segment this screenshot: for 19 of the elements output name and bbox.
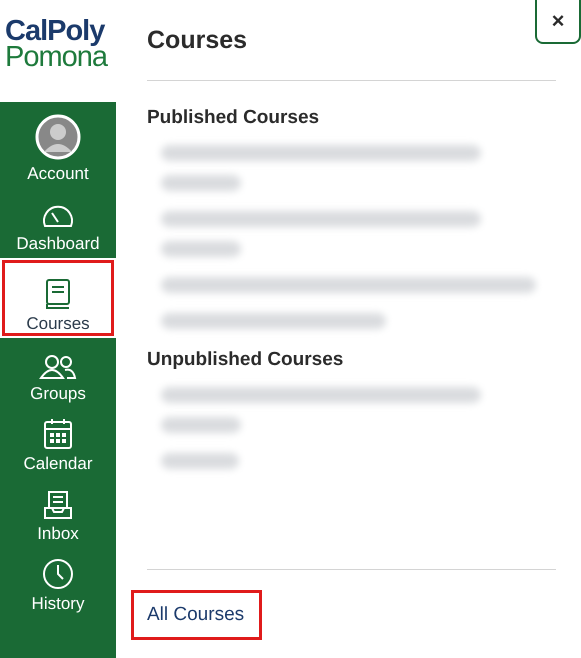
nav-item[interactable]: Inbox xyxy=(0,478,116,548)
close-button[interactable]: × xyxy=(535,0,581,44)
all-courses-link[interactable]: All Courses xyxy=(133,592,260,638)
avatar-icon xyxy=(35,114,81,160)
section-heading: Published Courses xyxy=(147,107,320,129)
nav-item[interactable]: Dashboard xyxy=(0,188,116,258)
calendar-icon xyxy=(43,418,73,450)
tray-title: Courses xyxy=(147,26,248,54)
nav-item[interactable]: Calendar xyxy=(0,408,116,478)
nav-item[interactable]: Groups xyxy=(0,338,116,408)
clock-icon xyxy=(42,558,74,590)
section-heading: Unpublished Courses xyxy=(147,349,344,371)
nav-item[interactable]: Courses xyxy=(0,258,116,338)
inbox-icon xyxy=(43,490,73,520)
people-icon xyxy=(39,354,77,380)
nav-item[interactable]: Account xyxy=(0,102,116,188)
logo-text: CalPoly xyxy=(5,18,104,44)
book-icon xyxy=(45,278,71,310)
nav-item[interactable]: History xyxy=(0,548,116,618)
